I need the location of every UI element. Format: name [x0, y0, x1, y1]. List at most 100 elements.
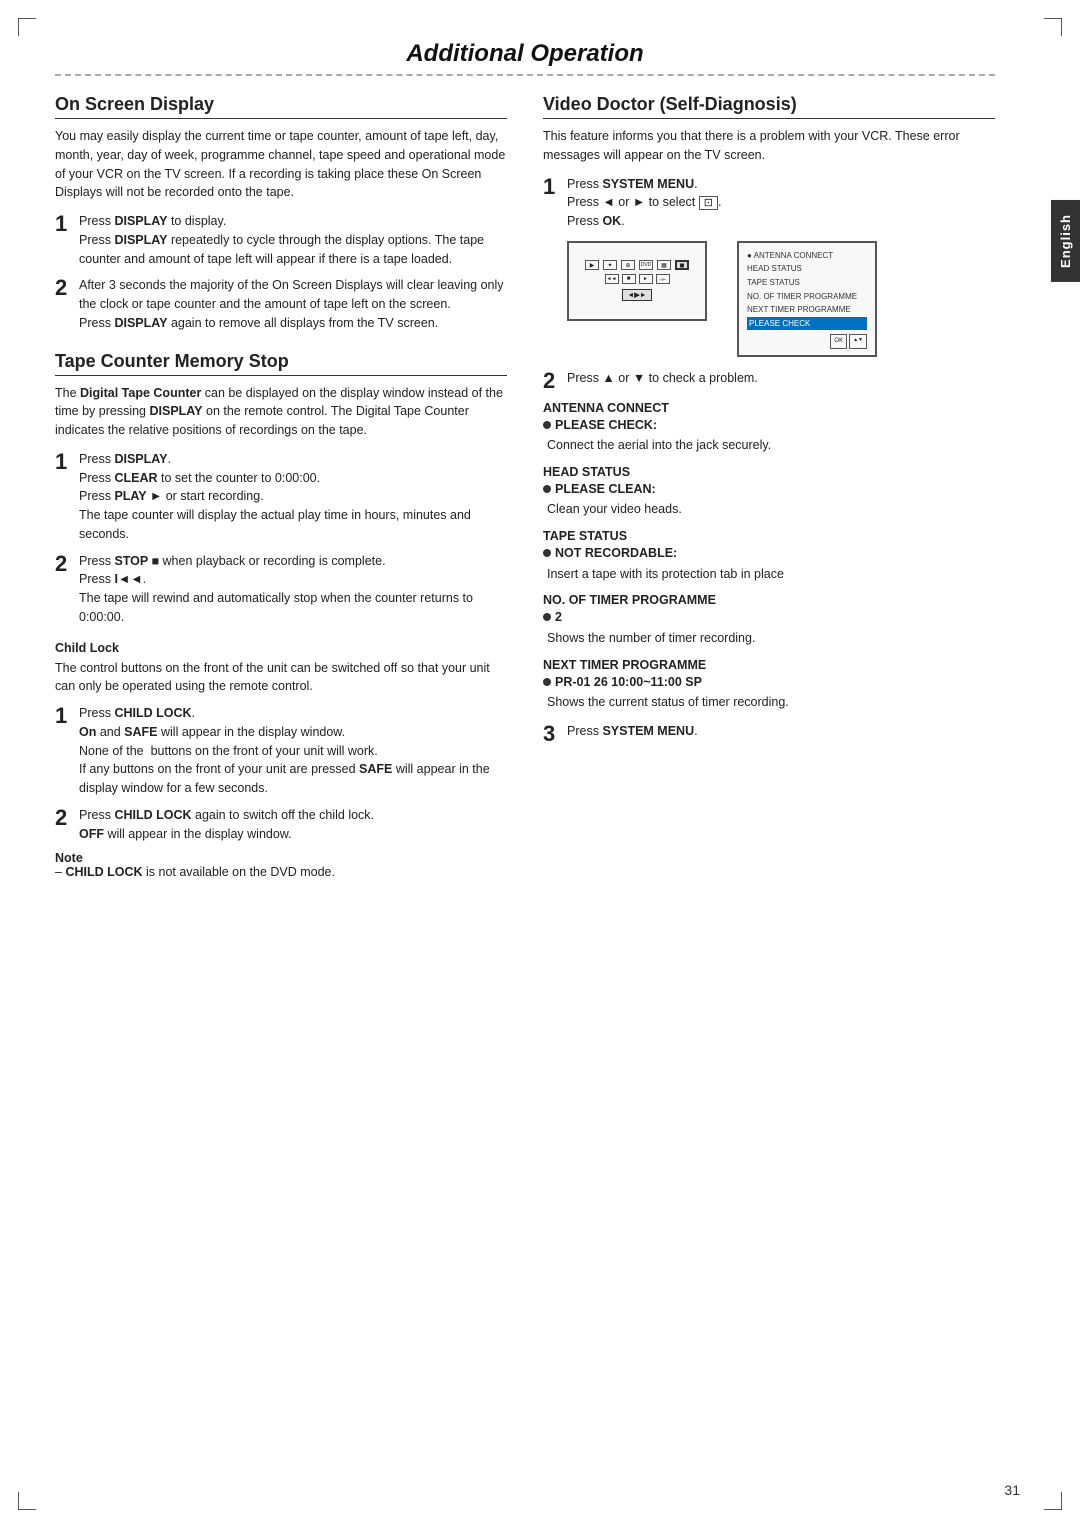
vd-step-3: 3 Press SYSTEM MENU. [543, 722, 995, 746]
osd-step-1-content: Press DISPLAY to display. Press DISPLAY … [79, 212, 507, 268]
no-of-timer-block: NO. OF TIMER PROGRAMME 2 Shows the numbe… [543, 593, 995, 647]
tv-icon-fwd: ► [639, 274, 653, 284]
bullet-dot-icon [543, 421, 551, 429]
bullet-dot-icon-3 [543, 549, 551, 557]
tv-menu-please-check: PLEASE CHECK [747, 317, 867, 331]
tc-step-1: 1 Press DISPLAY. Press CLEAR to set the … [55, 450, 507, 544]
cl-step-1-content: Press CHILD LOCK. On and SAFE will appea… [79, 704, 507, 798]
tv-icon-play: ▶ [585, 260, 599, 270]
osd-step-1-number: 1 [55, 212, 73, 268]
vd-step-2: 2 Press ▲ or ▼ to check a problem. [543, 369, 995, 393]
video-doctor-section: Video Doctor (Self-Diagnosis) This featu… [543, 94, 995, 746]
tape-status-block: TAPE STATUS NOT RECORDABLE: Insert a tap… [543, 529, 995, 583]
tv-icons-row: ▶ ✦ ⊕ DVD ▦ ◼ [585, 260, 689, 270]
tc-step-2-number: 2 [55, 552, 73, 627]
osd-step-2-content: After 3 seconds the majority of the On S… [79, 276, 507, 332]
head-status-title: HEAD STATUS [543, 465, 995, 479]
next-timer-block: NEXT TIMER PROGRAMME PR-01 26 10:00~11:0… [543, 658, 995, 712]
video-doctor-title: Video Doctor (Self-Diagnosis) [543, 94, 995, 119]
head-status-bullet: PLEASE CLEAN: [543, 481, 995, 499]
on-screen-display-title: On Screen Display [55, 94, 507, 119]
tape-status-title: TAPE STATUS [543, 529, 995, 543]
tv-icon-selected: ◼ [675, 260, 689, 270]
vd-step-3-number: 3 [543, 722, 561, 746]
cl-step-2-number: 2 [55, 806, 73, 844]
tc-step-1-number: 1 [55, 450, 73, 544]
tc-step-2: 2 Press STOP ■ when playback or recordin… [55, 552, 507, 627]
page-number: 31 [1004, 1482, 1020, 1498]
bullet-dot-icon-5 [543, 678, 551, 686]
main-content: On Screen Display You may easily display… [55, 94, 995, 879]
no-of-timer-text: Shows the number of timer recording. [543, 629, 995, 648]
tv-icon-dvd: DVD [639, 260, 653, 270]
child-lock-section: Child Lock The control buttons on the fr… [55, 641, 507, 880]
tc-step-1-content: Press DISPLAY. Press CLEAR to set the co… [79, 450, 507, 544]
child-lock-note: Note – CHILD LOCK is not available on th… [55, 851, 507, 879]
child-lock-intro: The control buttons on the front of the … [55, 659, 507, 697]
tv-menu-no-timer: NO. OF TIMER PROGRAMME [747, 290, 867, 304]
head-status-text: Clean your video heads. [543, 500, 995, 519]
osd-step-2: 2 After 3 seconds the majority of the On… [55, 276, 507, 332]
tape-counter-section: Tape Counter Memory Stop The Digital Tap… [55, 351, 507, 627]
next-timer-bullet: PR-01 26 10:00~11:00 SP [543, 674, 995, 692]
vd-step-2-number: 2 [543, 369, 561, 393]
tv-diagram-container: ▶ ✦ ⊕ DVD ▦ ◼ ◄◄ ■ ► ⊣⊢ [567, 241, 995, 357]
tv-selected-indicator: ◄▶► [622, 289, 651, 301]
osd-step-2-number: 2 [55, 276, 73, 332]
vd-step-1-number: 1 [543, 175, 561, 231]
tv-screen-menu: ● ANTENNA CONNECT HEAD STATUS TAPE STATU… [737, 241, 877, 357]
tv-icon-star: ✦ [603, 260, 617, 270]
antenna-connect-block: ANTENNA CONNECT PLEASE CHECK: Connect th… [543, 401, 995, 455]
right-column: Video Doctor (Self-Diagnosis) This featu… [543, 94, 995, 879]
tv-icon-osd: ⊕ [621, 260, 635, 270]
vd-step-2-content: Press ▲ or ▼ to check a problem. [567, 369, 758, 393]
child-lock-title: Child Lock [55, 641, 507, 655]
antenna-connect-title: ANTENNA CONNECT [543, 401, 995, 415]
next-timer-text: Shows the current status of timer record… [543, 693, 995, 712]
vd-step-1: 1 Press SYSTEM MENU. Press ◄ or ► to sel… [543, 175, 995, 231]
tape-status-bullet: NOT RECORDABLE: [543, 545, 995, 563]
tv-diagram-top: ▶ ✦ ⊕ DVD ▦ ◼ ◄◄ ■ ► ⊣⊢ [567, 241, 707, 321]
section-divider [55, 74, 995, 76]
video-doctor-intro: This feature informs you that there is a… [543, 127, 995, 165]
page-title: Additional Operation [55, 40, 1025, 68]
left-column: On Screen Display You may easily display… [55, 94, 507, 879]
osd-step-1: 1 Press DISPLAY to display. Press DISPLA… [55, 212, 507, 268]
bullet-dot-icon-2 [543, 485, 551, 493]
tv-icon-grid: ▦ [657, 260, 671, 270]
tv-menu-tape: TAPE STATUS [747, 276, 867, 290]
tv-diagram-bottom: ● ANTENNA CONNECT HEAD STATUS TAPE STATU… [737, 241, 877, 357]
tv-screen-top: ▶ ✦ ⊕ DVD ▦ ◼ ◄◄ ■ ► ⊣⊢ [567, 241, 707, 321]
no-of-timer-bullet: 2 [543, 609, 995, 627]
on-screen-display-intro: You may easily display the current time … [55, 127, 507, 202]
tc-step-2-content: Press STOP ■ when playback or recording … [79, 552, 507, 627]
antenna-connect-text: Connect the aerial into the jack securel… [543, 436, 995, 455]
tape-counter-intro: The Digital Tape Counter can be displaye… [55, 384, 507, 440]
tv-menu-next-timer: NEXT TIMER PROGRAMME [747, 303, 867, 317]
tv-menu-head: HEAD STATUS [747, 262, 867, 276]
cl-step-1-number: 1 [55, 704, 73, 798]
antenna-connect-bullet: PLEASE CHECK: [543, 417, 995, 435]
tv-icon-stop: ■ [622, 274, 636, 284]
vd-step-1-content: Press SYSTEM MENU. Press ◄ or ► to selec… [567, 175, 721, 231]
tv-btn-ok: OK [830, 334, 847, 348]
head-status-block: HEAD STATUS PLEASE CLEAN: Clean your vid… [543, 465, 995, 519]
on-screen-display-section: On Screen Display You may easily display… [55, 94, 507, 333]
tv-menu-antenna: ● ANTENNA CONNECT [747, 249, 867, 263]
no-of-timer-title: NO. OF TIMER PROGRAMME [543, 593, 995, 607]
tv-icon-rew: ◄◄ [605, 274, 619, 284]
tv-counter-row: ◄◄ ■ ► ⊣⊢ [605, 274, 670, 284]
tape-counter-title: Tape Counter Memory Stop [55, 351, 507, 376]
vd-step-3-content: Press SYSTEM MENU. [567, 722, 698, 741]
tv-icon-sep: ⊣⊢ [656, 274, 670, 284]
tape-status-text: Insert a tape with its protection tab in… [543, 565, 995, 584]
english-tab: English [1051, 200, 1080, 282]
cl-step-1: 1 Press CHILD LOCK. On and SAFE will app… [55, 704, 507, 798]
cl-step-2-content: Press CHILD LOCK again to switch off the… [79, 806, 374, 844]
tv-bottom-nav: OK ▲▼ [747, 334, 867, 348]
to-select-text: to select [649, 195, 696, 209]
tv-nav-row: ◄▶► [622, 289, 651, 301]
next-timer-title: NEXT TIMER PROGRAMME [543, 658, 995, 672]
bullet-dot-icon-4 [543, 613, 551, 621]
cl-step-2: 2 Press CHILD LOCK again to switch off t… [55, 806, 507, 844]
